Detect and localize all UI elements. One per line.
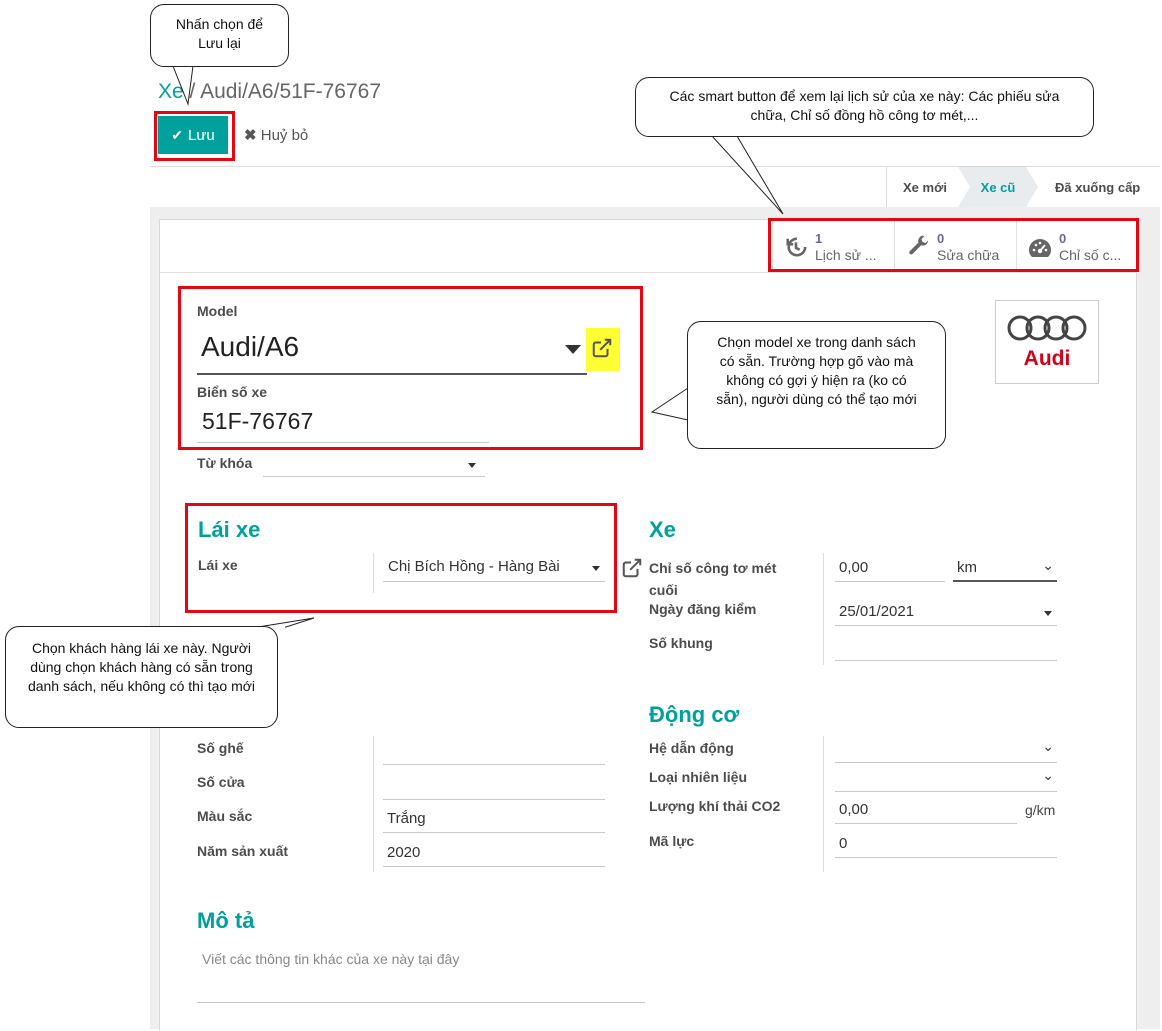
status-bar: Xe mới Xe cũ Đã xuống cấp bbox=[150, 166, 1160, 208]
stage-used[interactable]: Xe cũ bbox=[958, 167, 1038, 207]
smart-callout-text: Các smart button để xem lại lịch sử của … bbox=[669, 88, 1060, 123]
co2-unit: g/km bbox=[1025, 802, 1056, 818]
odometer-input[interactable]: 0,00 bbox=[835, 557, 945, 582]
transmission-select[interactable]: ⌄ bbox=[835, 738, 1057, 763]
inspection-date-input[interactable]: 25/01/2021 bbox=[835, 601, 1057, 626]
save-callout: Nhấn chọn để Lưu lại bbox=[150, 4, 289, 67]
horsepower-label: Mã lực bbox=[649, 833, 695, 849]
odometer-value: 0,00 bbox=[839, 559, 869, 576]
stage-degraded[interactable]: Đã xuống cấp bbox=[1055, 167, 1140, 207]
model-callout: Chọn model xe trong danh sách có sẵn. Tr… bbox=[687, 321, 946, 449]
car-separator bbox=[823, 553, 824, 665]
color-input[interactable]: Trắng bbox=[383, 808, 605, 833]
save-highlight-box bbox=[154, 111, 235, 161]
driver-callout-text: Chọn khách hàng lái xe này. Người dùng c… bbox=[27, 640, 256, 694]
color-value: Trắng bbox=[387, 810, 426, 827]
chevron-down-icon: ⌄ bbox=[1042, 767, 1054, 783]
fuel-type-label: Loại nhiên liệu bbox=[649, 769, 748, 785]
year-value: 2020 bbox=[387, 844, 421, 861]
tags-label: Từ khóa bbox=[197, 455, 253, 471]
breadcrumb: Xe / Audi/A6/51F-76767 bbox=[158, 80, 381, 104]
driver-highlight-box bbox=[185, 503, 617, 613]
color-label: Màu sắc bbox=[197, 808, 253, 824]
breadcrumb-separator: / bbox=[189, 80, 196, 103]
odometer-unit-value: km bbox=[957, 559, 977, 576]
co2-value: 0,00 bbox=[839, 801, 869, 818]
model-plate-highlight-box bbox=[178, 286, 643, 450]
breadcrumb-parent-link[interactable]: Xe bbox=[158, 80, 184, 103]
description-title: Mô tả bbox=[197, 908, 255, 933]
save-callout-text: Nhấn chọn để Lưu lại bbox=[175, 16, 264, 51]
status-divider bbox=[886, 167, 887, 207]
horsepower-value: 0 bbox=[839, 835, 848, 852]
engine-section-title: Động cơ bbox=[649, 702, 740, 727]
smart-buttons-highlight-box bbox=[768, 218, 1139, 272]
engine-separator bbox=[823, 736, 824, 872]
description-placeholder: Viết các thông tin khác của xe này tại đ… bbox=[202, 951, 460, 967]
tags-dropdown-icon bbox=[468, 463, 476, 468]
year-input[interactable]: 2020 bbox=[383, 842, 605, 867]
breadcrumb-current: Audi/A6/51F-76767 bbox=[200, 80, 382, 103]
audi-wordmark: Audi bbox=[1023, 347, 1071, 370]
driver-external-link-icon[interactable] bbox=[621, 557, 643, 579]
year-label: Năm sản xuất bbox=[197, 843, 289, 859]
chevron-down-icon: ⌄ bbox=[1042, 738, 1054, 754]
transmission-label: Hệ dẫn động bbox=[649, 740, 734, 756]
seats-input[interactable] bbox=[383, 740, 605, 765]
smart-buttons-callout: Các smart button để xem lại lịch sử của … bbox=[635, 77, 1094, 137]
car-section-title: Xe bbox=[649, 517, 676, 542]
driver-callout: Chọn khách hàng lái xe này. Người dùng c… bbox=[5, 626, 278, 728]
chevron-down-icon: ⌄ bbox=[1042, 557, 1054, 573]
seats-label: Số ghế bbox=[197, 740, 244, 756]
horsepower-input[interactable]: 0 bbox=[835, 833, 1057, 858]
co2-input[interactable]: 0,00 bbox=[835, 799, 1017, 824]
discard-button-label: Huỷ bỏ bbox=[260, 127, 309, 144]
description-input[interactable]: Viết các thông tin khác của xe này tại đ… bbox=[197, 947, 645, 1003]
chassis-input[interactable] bbox=[835, 636, 1057, 661]
fuel-type-select[interactable]: ⌄ bbox=[835, 767, 1057, 792]
doors-label: Số cửa bbox=[197, 774, 245, 790]
inspection-date-label: Ngày đăng kiểm bbox=[649, 601, 757, 617]
doors-input[interactable] bbox=[383, 775, 605, 800]
car-brand-logo: Audi bbox=[995, 300, 1099, 384]
inspection-dropdown-icon bbox=[1044, 611, 1052, 616]
odometer-unit-select[interactable]: km ⌄ bbox=[953, 557, 1057, 582]
audi-rings-icon bbox=[1007, 315, 1087, 341]
tags-field[interactable] bbox=[263, 454, 485, 477]
odometer-field-label: Chỉ số công tơ mét cuối bbox=[649, 560, 777, 598]
chassis-label: Số khung bbox=[649, 635, 713, 651]
stage-new[interactable]: Xe mới bbox=[903, 167, 947, 207]
inspection-date-value: 25/01/2021 bbox=[839, 603, 915, 620]
co2-label: Lượng khí thải CO2 bbox=[649, 798, 781, 814]
close-icon: ✖ bbox=[244, 127, 257, 144]
discard-button[interactable]: ✖ Huỷ bỏ bbox=[244, 126, 308, 144]
misc-separator bbox=[373, 736, 374, 872]
model-callout-text: Chọn model xe trong danh sách có sẵn. Tr… bbox=[716, 334, 917, 407]
